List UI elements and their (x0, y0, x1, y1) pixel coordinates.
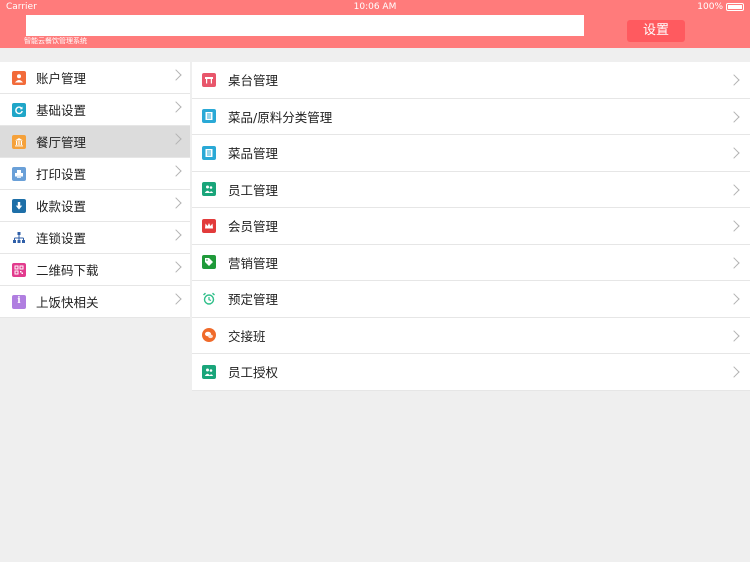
tab-orders[interactable]: 客单 (339, 20, 381, 42)
app-logo: 上饭快 智能云餐饮管理系统 (22, 14, 584, 48)
refresh-icon (12, 102, 26, 117)
chevron-right-icon (170, 133, 182, 145)
status-bar: Carrier 10:06 AM 100% (0, 0, 750, 14)
list-item-dish-management[interactable]: 菜品管理 (192, 135, 750, 172)
chevron-right-icon (728, 220, 740, 232)
sidebar-item-about[interactable]: i 上饭快相关 (0, 286, 190, 318)
users-icon (202, 364, 216, 379)
tab-settings[interactable]: 设置 (627, 20, 685, 42)
user-icon (12, 70, 26, 85)
list-item-shift-handover[interactable]: 交接班 (192, 318, 750, 354)
sidebar-item-label: 基础设置 (36, 103, 87, 118)
list-item-label: 会员管理 (228, 219, 279, 235)
settings-sidebar: 账户管理 基础设置 餐厅管理 打印设置 收款设置 连锁设置 二维码下载 i 上饭… (0, 62, 190, 318)
sidebar-item-payment[interactable]: 收款设置 (0, 190, 190, 222)
chevron-right-icon (170, 229, 182, 241)
download-icon (12, 198, 26, 213)
tag-icon (202, 255, 216, 270)
list-item-label: 营销管理 (228, 255, 279, 271)
sidebar-item-account[interactable]: 账户管理 (0, 62, 190, 94)
chevron-right-icon (170, 261, 182, 273)
battery-percent: 100% (697, 2, 723, 12)
sidebar-item-restaurant[interactable]: 餐厅管理 (0, 126, 190, 158)
qrcode-icon (12, 262, 26, 277)
tab-inventory[interactable]: 库存 (536, 20, 578, 42)
chevron-right-icon (170, 293, 182, 305)
battery-icon (726, 3, 744, 11)
hierarchy-icon (12, 231, 26, 245)
chevron-right-icon (728, 256, 740, 269)
sidebar-item-label: 二维码下载 (36, 263, 99, 278)
list-item-category-management[interactable]: 菜品/原料分类管理 (192, 99, 750, 135)
chevron-right-icon (170, 165, 182, 177)
sidebar-item-label: 餐厅管理 (36, 135, 87, 150)
list-item-label: 预定管理 (228, 292, 279, 308)
list-item-label: 桌台管理 (228, 73, 279, 89)
table-icon (202, 72, 216, 87)
list-item-label: 菜品/原料分类管理 (228, 109, 333, 125)
sidebar-item-basic[interactable]: 基础设置 (0, 94, 190, 126)
chevron-right-icon (728, 293, 740, 305)
list-item-member-management[interactable]: 会员管理 (192, 208, 750, 245)
list-item-staff-authorization[interactable]: 员工授权 (192, 354, 750, 391)
info-icon: i (12, 294, 26, 309)
restaurant-settings-list: 桌台管理 菜品/原料分类管理 菜品管理 员工管理 会员管理 营销管理 预定管理 … (192, 62, 750, 391)
building-icon (12, 134, 26, 149)
tab-reports[interactable]: 报表 (438, 20, 480, 42)
chevron-right-icon (170, 197, 182, 209)
sidebar-item-label: 账户管理 (36, 71, 87, 86)
list-item-reservation-management[interactable]: 预定管理 (192, 281, 750, 318)
logo-title: 上饭快 (42, 17, 88, 35)
sidebar-item-label: 上饭快相关 (36, 295, 99, 310)
list-item-table-management[interactable]: 桌台管理 (192, 62, 750, 99)
chevron-right-icon (728, 366, 740, 378)
list-item-marketing-management[interactable]: 营销管理 (192, 245, 750, 281)
sidebar-item-label: 打印设置 (36, 167, 87, 182)
list-item-label: 交接班 (228, 328, 266, 344)
sidebar-item-label: 连锁设置 (36, 231, 87, 246)
printer-icon (12, 166, 26, 181)
chevron-right-icon (170, 101, 182, 113)
crown-icon (202, 218, 216, 233)
list-item-label: 员工管理 (228, 182, 279, 198)
sidebar-item-chain[interactable]: 连锁设置 (0, 222, 190, 254)
users-icon (202, 182, 216, 197)
chevron-right-icon (728, 329, 740, 342)
chevron-right-icon (728, 183, 740, 196)
tab-takeout[interactable]: 外卖 (240, 20, 282, 42)
list-item-staff-management[interactable]: 员工管理 (192, 172, 750, 208)
list-icon (202, 145, 216, 160)
chevron-right-icon (170, 69, 182, 81)
logo-subtitle: 智能云餐饮管理系统 (24, 37, 87, 45)
top-nav-bar: 上饭快 智能云餐饮管理系统 堂食 外卖 客单 报表 库存 设置 (0, 14, 750, 48)
list-item-label: 菜品管理 (228, 146, 279, 162)
chevron-right-icon (728, 147, 740, 159)
sidebar-item-label: 收款设置 (36, 199, 87, 214)
tab-dine-in[interactable]: 堂食 (142, 20, 184, 42)
sidebar-item-print[interactable]: 打印设置 (0, 158, 190, 190)
sidebar-item-qrcode[interactable]: 二维码下载 (0, 254, 190, 286)
list-icon (202, 109, 216, 124)
alarm-clock-icon (202, 292, 216, 306)
chevron-right-icon (728, 74, 740, 86)
battery-indicator: 100% (697, 2, 744, 12)
chevron-right-icon (728, 110, 740, 123)
list-item-label: 员工授权 (228, 365, 279, 381)
chat-icon (202, 328, 216, 343)
status-time: 10:06 AM (353, 2, 397, 12)
logo-mark-icon (26, 18, 40, 33)
